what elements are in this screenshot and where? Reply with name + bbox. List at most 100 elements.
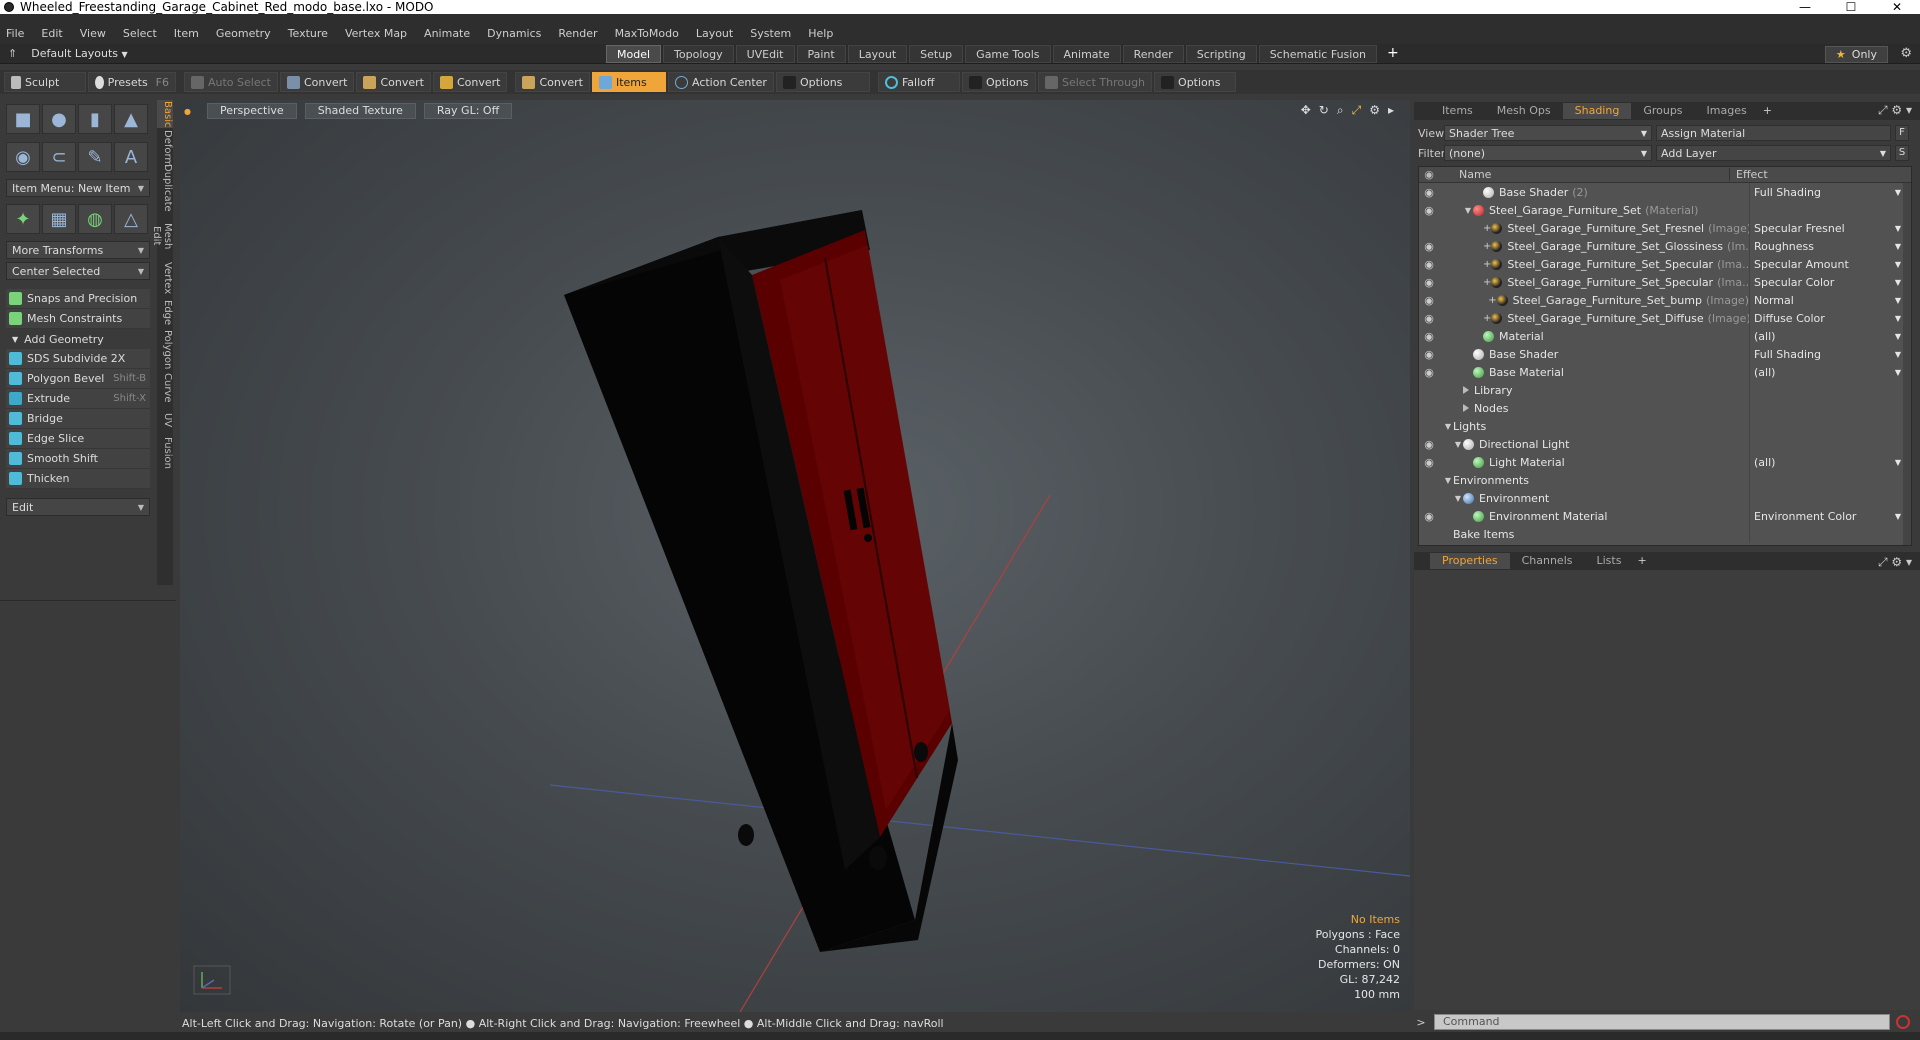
expand-plus-icon[interactable]: + bbox=[1483, 313, 1491, 324]
expand-arrow-icon[interactable]: ▼ bbox=[1443, 422, 1453, 431]
layout-tab-model[interactable]: Model bbox=[606, 45, 662, 63]
menu-render[interactable]: Render bbox=[558, 27, 597, 40]
viewport-menu-icon[interactable]: ● bbox=[184, 107, 191, 116]
gear-icon[interactable]: ⚙ bbox=[1900, 46, 1912, 61]
visibility-eye-icon[interactable]: ◉ bbox=[1419, 294, 1439, 307]
shader-effect-dropdown[interactable]: Environment Color ▼ bbox=[1749, 507, 1905, 525]
shader-effect-dropdown[interactable]: (all) ▼ bbox=[1749, 327, 1905, 345]
falloff-options-button[interactable]: Options bbox=[961, 72, 1036, 92]
shader-tree-row[interactable]: ▼ Environment bbox=[1419, 489, 1911, 507]
vtab-uv[interactable]: UV bbox=[157, 406, 173, 434]
vtab-deform[interactable]: Deform bbox=[157, 130, 173, 167]
layout-tab-layout[interactable]: Layout bbox=[847, 45, 908, 63]
only-button[interactable]: ★ Only bbox=[1824, 46, 1888, 63]
menu-geometry[interactable]: Geometry bbox=[216, 27, 271, 40]
tool-bridge[interactable]: Bridge bbox=[6, 409, 150, 429]
shader-tree-row[interactable]: ◉ + Steel_Garage_Furniture_Set_Glossiness(… bbox=[1419, 237, 1911, 255]
items-mode-button[interactable]: Items bbox=[591, 72, 666, 92]
expand-arrow-icon[interactable]: ▼ bbox=[1443, 476, 1453, 485]
panel-tab-mesh-ops[interactable]: Mesh Ops bbox=[1485, 103, 1563, 119]
expand-arrow-icon[interactable]: ▼ bbox=[1453, 440, 1463, 449]
shader-tree-row[interactable]: ◉ Light Material (all) ▼ bbox=[1419, 453, 1911, 471]
add-props-tab-button[interactable]: + bbox=[1633, 553, 1650, 569]
props-tab-properties[interactable]: Properties bbox=[1430, 553, 1510, 569]
add-layout-tab-button[interactable]: + bbox=[1387, 45, 1399, 63]
layout-toggle-icon[interactable]: ⇑ bbox=[8, 47, 17, 60]
menu-item[interactable]: Item bbox=[174, 27, 199, 40]
tool-polygon-bevel[interactable]: Polygon Bevel Shift-B bbox=[6, 369, 150, 389]
tool-smooth-shift[interactable]: Smooth Shift bbox=[6, 449, 150, 469]
f-button[interactable]: F bbox=[1895, 125, 1909, 141]
shader-tree-row[interactable]: ◉ Base Shader Full Shading ▼ bbox=[1419, 345, 1911, 363]
edit-dropdown[interactable]: Edit ▼ bbox=[6, 498, 150, 516]
viewport-expand-icon[interactable]: ▸ bbox=[1388, 103, 1394, 118]
tool-thicken[interactable]: Thicken bbox=[6, 469, 150, 489]
layout-tab-animate[interactable]: Animate bbox=[1052, 45, 1121, 63]
vtab-curve[interactable]: Curve bbox=[157, 372, 173, 404]
expand-arrow-icon[interactable]: ▼ bbox=[1463, 206, 1473, 215]
shader-tree-row[interactable]: Nodes bbox=[1419, 399, 1911, 417]
visibility-eye-icon[interactable]: ◉ bbox=[1419, 510, 1439, 523]
more-transforms-dropdown[interactable]: More Transforms ▼ bbox=[6, 241, 150, 259]
menu-dynamics[interactable]: Dynamics bbox=[487, 27, 541, 40]
shader-effect-dropdown[interactable]: (all) ▼ bbox=[1749, 363, 1905, 381]
vtab-vertex[interactable]: Vertex bbox=[157, 260, 173, 296]
visibility-eye-icon[interactable]: ◉ bbox=[1419, 366, 1439, 379]
maximize-button[interactable]: ☐ bbox=[1828, 0, 1874, 14]
command-input[interactable]: Command bbox=[1434, 1014, 1890, 1030]
shaded-texture-button[interactable]: Shaded Texture bbox=[304, 103, 416, 119]
panel-options-icons[interactable]: ⤢ ⚙ ▾ bbox=[1878, 103, 1912, 118]
visibility-eye-icon[interactable]: ◉ bbox=[1419, 312, 1439, 325]
shader-tree-row[interactable]: ▼ Lights bbox=[1419, 417, 1911, 435]
visibility-eye-icon[interactable]: ◉ bbox=[1419, 348, 1439, 361]
shader-tree-row[interactable]: Library bbox=[1419, 381, 1911, 399]
props-tab-channels[interactable]: Channels bbox=[1510, 553, 1585, 569]
snaps-precision-item[interactable]: Snaps and Precision bbox=[6, 289, 150, 309]
name-column-header[interactable]: Name bbox=[1439, 168, 1729, 181]
convert-materials-button[interactable]: Convert bbox=[515, 72, 590, 92]
menu-edit[interactable]: Edit bbox=[41, 27, 62, 40]
action-center-options-button[interactable]: Options bbox=[775, 72, 870, 92]
presets-button[interactable]: Presets F6 bbox=[88, 72, 176, 92]
mesh-constraints-item[interactable]: Mesh Constraints bbox=[6, 309, 150, 329]
shader-tree-row[interactable]: ◉ + Steel_Garage_Furniture_Set_bump (Image)… bbox=[1419, 291, 1911, 309]
text-icon[interactable]: A bbox=[114, 142, 148, 172]
assign-material-button[interactable]: Assign Material bbox=[1656, 125, 1891, 141]
perspective-button[interactable]: Perspective bbox=[206, 103, 297, 119]
filter-dropdown[interactable]: (none) ▼ bbox=[1444, 145, 1652, 161]
menu-texture[interactable]: Texture bbox=[288, 27, 328, 40]
raygl-button[interactable]: Ray GL: Off bbox=[423, 103, 513, 119]
minimize-button[interactable]: — bbox=[1782, 0, 1828, 14]
menu-system[interactable]: System bbox=[750, 27, 791, 40]
layout-tab-scripting[interactable]: Scripting bbox=[1185, 45, 1257, 63]
expand-arrow-icon[interactable]: ▼ bbox=[1453, 494, 1463, 503]
shader-tree-row[interactable]: ◉ Material (all) ▼ bbox=[1419, 327, 1911, 345]
cube-icon[interactable]: ■ bbox=[6, 104, 40, 134]
pen-icon[interactable]: ✎ bbox=[78, 142, 112, 172]
pan-icon[interactable]: ✥ bbox=[1301, 103, 1311, 118]
torus-icon[interactable]: ◉ bbox=[6, 142, 40, 172]
auto-select-button[interactable]: Auto Select bbox=[184, 72, 278, 92]
vtab-fusion[interactable]: Fusion bbox=[157, 436, 173, 470]
action-center-button[interactable]: Action Center bbox=[667, 72, 774, 92]
panel-tab-images[interactable]: Images bbox=[1695, 103, 1759, 119]
visibility-eye-icon[interactable]: ◉ bbox=[1419, 204, 1439, 217]
convert-edges-button[interactable]: Convert bbox=[356, 72, 431, 92]
add-geometry-section[interactable]: ▼ Add Geometry bbox=[6, 329, 150, 349]
menu-vertex-map[interactable]: Vertex Map bbox=[345, 27, 407, 40]
shader-tree-row[interactable]: ◉ Base Shader (2) Full Shading ▼ bbox=[1419, 183, 1911, 201]
visibility-eye-icon[interactable]: ◉ bbox=[1419, 186, 1439, 199]
default-layouts-dropdown[interactable]: Default Layouts ▼ bbox=[31, 47, 127, 60]
sculpt-button[interactable]: Sculpt bbox=[4, 72, 86, 92]
vtab-basic[interactable]: Basic bbox=[157, 100, 173, 128]
shader-tree-row[interactable]: + Steel_Garage_Furniture_Set_Fresnel (Imag… bbox=[1419, 219, 1911, 237]
shader-tree-row[interactable]: ◉ Environment Material Environment Color ▼ bbox=[1419, 507, 1911, 525]
capsule-icon[interactable]: ⊂ bbox=[42, 142, 76, 172]
shader-tree-row[interactable]: ◉ + Steel_Garage_Furniture_Set_Specular (Im… bbox=[1419, 255, 1911, 273]
shader-effect-dropdown[interactable]: Specular Color ▼ bbox=[1749, 273, 1905, 291]
command-history-icon[interactable]: > bbox=[1414, 1016, 1428, 1029]
sphere-icon[interactable]: ● bbox=[42, 104, 76, 134]
shader-tree-scrollbar[interactable] bbox=[1903, 183, 1911, 545]
add-layer-dropdown[interactable]: Add Layer ▼ bbox=[1656, 145, 1891, 161]
record-icon[interactable] bbox=[1896, 1015, 1910, 1029]
